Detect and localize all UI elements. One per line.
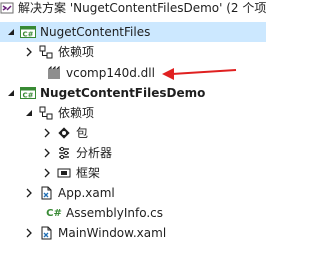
project-name: NugetContentFiles — [40, 25, 151, 39]
dep-node-analyzers[interactable]: 分析器 — [0, 143, 266, 163]
project-node-nugetcontentfiles[interactable]: C# NugetContentFiles — [0, 22, 266, 42]
chevron-right-icon[interactable] — [42, 127, 52, 139]
chevron-right-icon[interactable] — [42, 167, 52, 179]
package-icon — [56, 125, 72, 141]
csharp-project-icon: C# — [20, 24, 36, 40]
chevron-right-icon[interactable] — [42, 147, 52, 159]
file-label: vcomp140d.dll — [66, 66, 155, 80]
framework-icon — [56, 165, 72, 181]
project-name: NugetContentFilesDemo — [40, 86, 206, 100]
xaml-file-icon — [38, 225, 54, 241]
dep-item-label: 分析器 — [76, 146, 113, 160]
dependencies-label: 依赖项 — [58, 45, 95, 59]
csharp-file-icon: C# — [46, 207, 62, 219]
dep-item-label: 框架 — [76, 166, 101, 180]
solution-label: 解决方案 'NugetContentFilesDemo' (2 个项 — [18, 1, 266, 15]
file-label: AssemblyInfo.cs — [66, 206, 164, 220]
chevron-down-icon[interactable] — [6, 87, 16, 99]
project-node-nugetcontentfilesdemo[interactable]: C# NugetContentFilesDemo — [0, 83, 266, 103]
dep-node-frameworks[interactable]: 框架 — [0, 163, 266, 183]
solution-icon — [0, 0, 14, 16]
solution-explorer-tree: 解决方案 'NugetContentFilesDemo' (2 个项 C# Nu… — [0, 0, 266, 255]
dependencies-icon — [38, 44, 54, 60]
dep-node-packages[interactable]: 包 — [0, 123, 266, 143]
csharp-project-icon: C# — [20, 85, 36, 101]
file-label: MainWindow.xaml — [58, 226, 167, 240]
file-node-mainwindow-xaml[interactable]: MainWindow.xaml — [0, 223, 266, 243]
dll-file-icon — [46, 65, 62, 81]
dep-item-label: 包 — [76, 126, 89, 140]
chevron-down-icon[interactable] — [24, 107, 34, 119]
dependencies-icon — [38, 105, 54, 121]
dependencies-node[interactable]: 依赖项 — [0, 42, 266, 62]
file-label: App.xaml — [58, 186, 115, 200]
chevron-right-icon[interactable] — [24, 187, 34, 199]
solution-node[interactable]: 解决方案 'NugetContentFilesDemo' (2 个项 — [0, 0, 266, 18]
file-node-assemblyinfo[interactable]: C# AssemblyInfo.cs — [0, 203, 266, 223]
svg-text:C#: C# — [22, 31, 33, 39]
dependencies-label: 依赖项 — [58, 106, 95, 120]
svg-text:C#: C# — [22, 92, 33, 100]
dependencies-node[interactable]: 依赖项 — [0, 103, 266, 123]
analyzer-icon — [56, 145, 72, 161]
xaml-file-icon — [38, 185, 54, 201]
chevron-down-icon[interactable] — [6, 26, 16, 38]
chevron-right-icon[interactable] — [24, 227, 34, 239]
file-node-app-xaml[interactable]: App.xaml — [0, 183, 266, 203]
file-node-dll[interactable]: vcomp140d.dll — [0, 63, 266, 83]
chevron-right-icon[interactable] — [24, 46, 34, 58]
